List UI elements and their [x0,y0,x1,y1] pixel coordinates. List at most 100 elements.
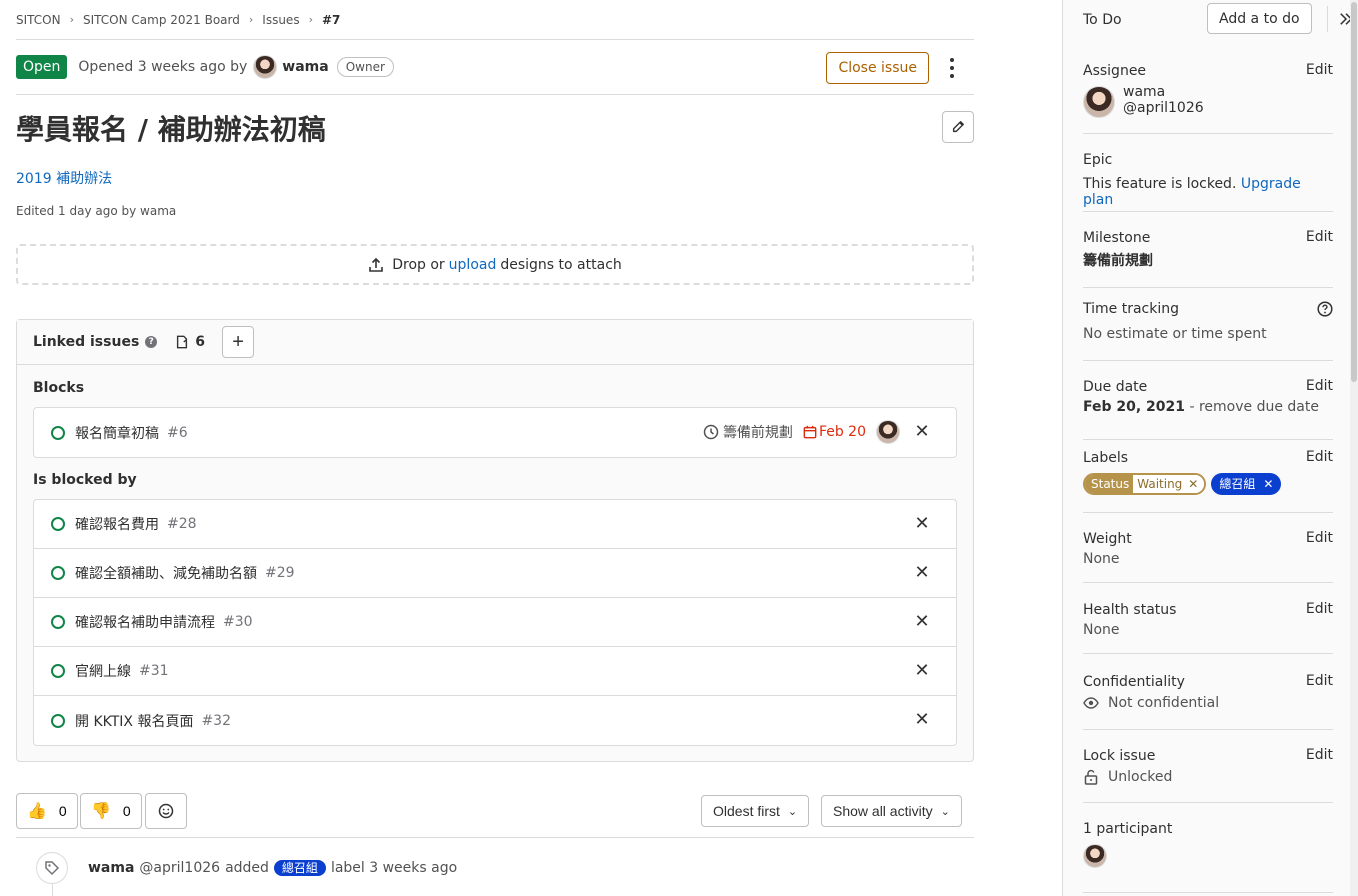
health-status-edit-link[interactable]: Edit [1306,601,1333,617]
sort-order-dropdown[interactable]: Oldest first ⌄ [701,795,810,827]
list-item[interactable]: 確認報名補助申請流程 #30 ✕ [34,598,956,647]
more-actions-icon[interactable] [944,58,960,78]
assignee-edit-link[interactable]: Edit [1306,62,1333,78]
note-suffix: label 3 weeks ago [330,860,458,876]
epic-locked-text: This feature is locked. [1083,176,1237,192]
issue-open-icon [51,713,65,728]
list-item[interactable]: 確認全額補助、減免補助名額 #29 ✕ [34,549,956,598]
remove-due-date-link[interactable]: - remove due date [1189,399,1319,415]
milestone-block: Milestone Edit 籌備前規劃 [1083,229,1333,288]
add-linked-issue-button[interactable]: + [222,326,255,358]
weight-edit-link[interactable]: Edit [1306,530,1333,546]
todo-block: To Do Add a to do [1083,0,1353,45]
linked-issue-title[interactable]: 確認報名費用 [75,514,159,534]
edit-title-button[interactable] [942,111,974,143]
labels-block: Labels Edit Status Waiting ✕ 總召組 ✕ [1083,449,1333,513]
label-scoped-status[interactable]: Status Waiting ✕ [1083,473,1207,495]
chevron-down-icon: ⌄ [787,805,798,818]
close-issue-button[interactable]: Close issue [826,52,929,84]
linked-count-value: 6 [195,334,206,350]
avatar[interactable] [253,55,278,79]
help-icon[interactable] [1317,301,1333,317]
milestone-value[interactable]: 籌備前規劃 [1083,250,1333,270]
confidentiality-edit-link[interactable]: Edit [1306,673,1333,689]
assignee-info[interactable]: wama @april1026 [1123,84,1204,116]
add-reaction-button[interactable] [145,793,187,829]
health-status-value: None [1083,622,1120,638]
linked-issue-title[interactable]: 開 KKTIX 報名頁面 [75,711,193,731]
close-icon[interactable]: ✕ [914,660,930,681]
breadcrumb-project[interactable]: SITCON Camp 2021 Board [83,13,240,27]
issue-sidebar: To Do Add a to do Assignee Edit wama @ap… [1062,0,1358,896]
label-badge[interactable]: 總召組 [273,860,326,876]
breadcrumb-group[interactable]: SITCON [16,13,61,27]
due-date: Feb 20 [803,424,866,440]
assignee-name: wama [1123,84,1166,100]
linked-issue-title[interactable]: 確認全額補助、減免補助名額 [75,563,257,583]
assignee-block: Assignee Edit wama @april1026 [1083,62,1333,134]
calendar-icon [803,425,817,439]
close-icon[interactable]: ✕ [914,611,930,632]
thumbs-down-button[interactable]: 👎 0 [80,793,142,829]
breadcrumb-issues[interactable]: Issues [262,13,299,27]
issue-open-icon [51,517,65,531]
linked-issue-ref: #29 [265,565,295,581]
chevron-right-icon: › [69,13,74,26]
status-badge: Open [16,55,68,79]
chevron-down-icon: ⌄ [940,805,950,818]
weight-title: Weight [1083,531,1132,547]
linked-issue-ref: #6 [167,424,188,441]
linked-issue-title[interactable]: 確認報名補助申請流程 [75,612,215,632]
upload-link[interactable]: upload [449,257,497,273]
list-item[interactable]: 確認報名費用 #28 ✕ [34,500,956,549]
issue-open-icon [51,566,65,580]
labels-list: Status Waiting ✕ 總召組 ✕ [1083,473,1333,495]
note-author[interactable]: wama [88,860,134,876]
avatar[interactable] [876,420,900,444]
breadcrumb: SITCON › SITCON Camp 2021 Board › Issues… [16,0,974,40]
label-badge[interactable]: 總召組 ✕ [1211,473,1282,495]
thumbs-up-button[interactable]: 👍 0 [16,793,78,829]
thumbs-down-icon: 👎 [91,803,111,820]
remove-label-icon[interactable]: ✕ [1263,473,1273,495]
blocked-by-title: Is blocked by [33,472,137,488]
linked-issue-title[interactable]: 官網上線 [75,661,131,681]
scrollbar[interactable] [1350,0,1358,896]
avatar[interactable] [1083,844,1107,868]
epic-block: Epic This feature is locked. Upgrade pla… [1083,151,1333,212]
issues-icon [177,335,188,349]
note-handle[interactable]: @april1026 [139,860,220,876]
avatar[interactable] [1083,86,1115,118]
smiley-icon [158,803,174,819]
due-date-value: Feb 20, 2021 [1083,399,1186,415]
linked-issue-title[interactable]: 報名簡章初稿 [75,423,159,443]
help-icon[interactable]: ? [145,336,158,348]
list-item[interactable]: 開 KKTIX 報名頁面 #32 ✕ [34,696,956,745]
plus-icon: + [232,330,244,353]
labels-edit-link[interactable]: Edit [1306,449,1333,465]
lock-issue-edit-link[interactable]: Edit [1306,747,1333,763]
opened-text: Opened 3 weeks ago by [78,59,248,75]
close-icon[interactable]: ✕ [914,709,930,730]
list-item[interactable]: 報名簡章初稿 #6 籌備前規劃 Feb 20 ✕ [34,408,956,457]
close-icon[interactable]: ✕ [914,513,930,534]
note-text: wama @april1026 added 總召組 label 3 weeks … [88,860,457,876]
design-dropzone[interactable]: Drop or upload designs to attach [16,244,974,285]
remove-label-icon[interactable]: ✕ [1186,475,1205,493]
eye-icon [1083,697,1099,709]
milestone-edit-link[interactable]: Edit [1306,229,1333,245]
description-link[interactable]: 2019 補助辦法 [16,168,112,188]
due-date-edit-link[interactable]: Edit [1306,378,1333,394]
add-todo-button[interactable]: Add a to do [1207,3,1312,34]
close-icon[interactable]: ✕ [914,421,930,442]
assignee-title: Assignee [1083,63,1147,79]
thumbs-down-count: 0 [122,803,131,819]
author-link[interactable]: wama [282,59,328,75]
close-icon[interactable]: ✕ [914,562,930,583]
epic-title: Epic [1083,152,1113,168]
activity-note: wama @april1026 added 總召組 label 3 weeks … [36,852,974,896]
scrollbar-thumb[interactable] [1351,2,1357,382]
breadcrumb-current[interactable]: #7 [322,13,340,27]
activity-filter-dropdown[interactable]: Show all activity ⌄ [821,795,962,827]
list-item[interactable]: 官網上線 #31 ✕ [34,647,956,696]
